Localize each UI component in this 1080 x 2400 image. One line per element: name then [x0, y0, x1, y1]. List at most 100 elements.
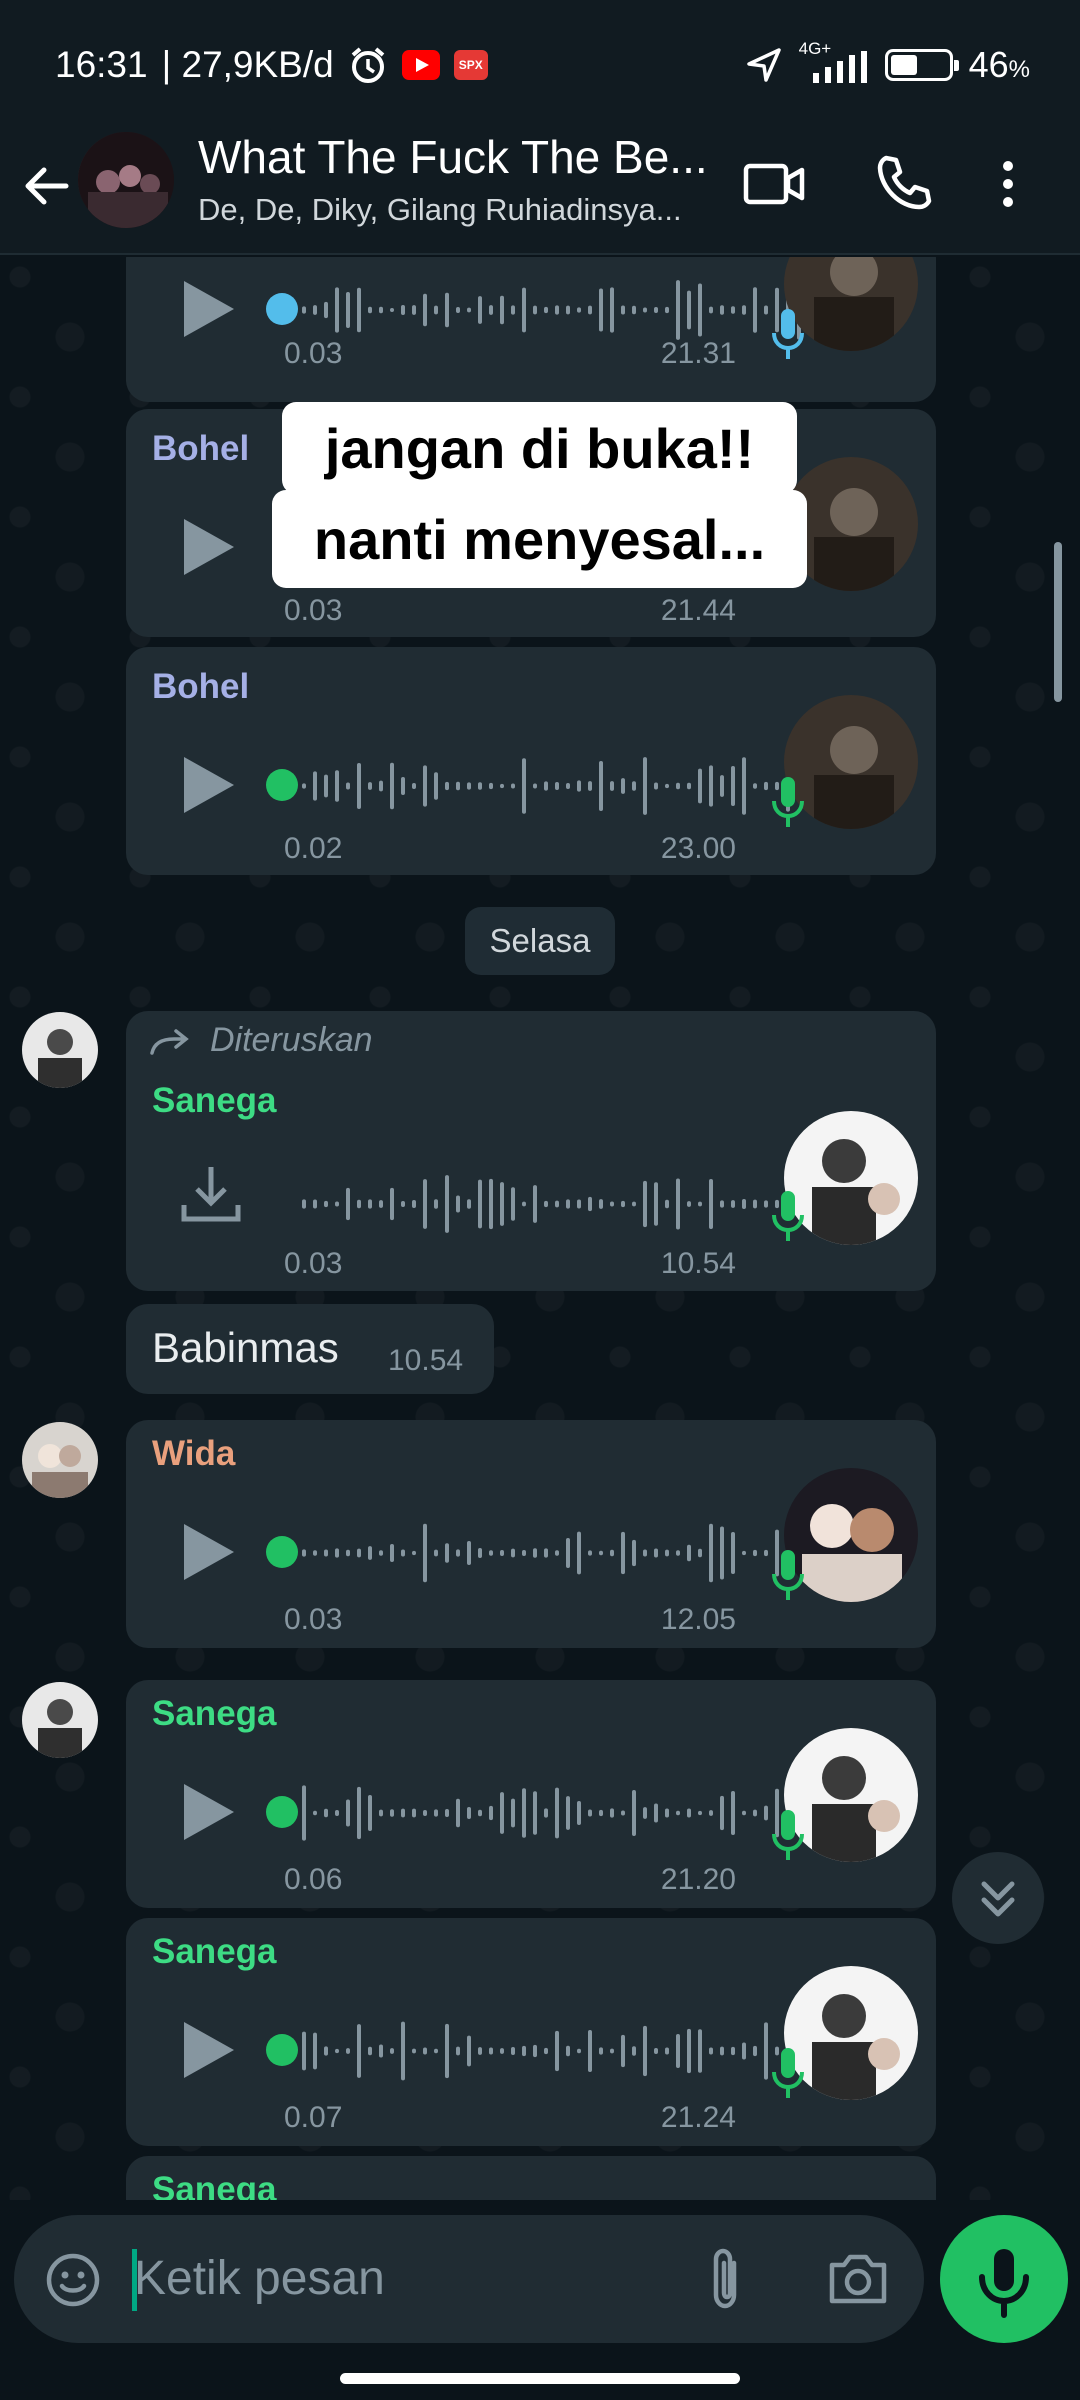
waveform-bar	[445, 2023, 449, 2079]
voice-elapsed: 0.03	[284, 594, 343, 627]
waveform-bar	[368, 2046, 372, 2056]
waveform-bar	[434, 1809, 438, 1817]
mic-icon	[772, 1550, 804, 1600]
waveform-bar	[511, 1798, 515, 1828]
waveform-bar	[731, 1531, 735, 1575]
waveform-bar	[412, 305, 416, 315]
waveform-bar	[489, 1805, 493, 1821]
sender-name[interactable]: Sanega	[152, 2170, 277, 2200]
sender-avatar[interactable]	[22, 1682, 98, 1758]
waveform-bar	[346, 2048, 350, 2054]
home-gesture-bar[interactable]	[340, 2373, 740, 2384]
play-icon[interactable]	[180, 755, 236, 815]
voice-message[interactable]: 0.03 21.31	[126, 257, 936, 402]
sender-name[interactable]: Sanega	[152, 1081, 277, 1121]
waveform-bar	[566, 1796, 570, 1830]
waveform-bar	[709, 1179, 713, 1229]
playback-dot[interactable]	[266, 293, 298, 325]
scrollbar[interactable]	[1054, 542, 1062, 702]
waveform-bar	[379, 2044, 383, 2058]
waveform-bar	[302, 306, 306, 314]
group-avatar[interactable]	[78, 132, 174, 228]
sender-name[interactable]: Bohel	[152, 667, 249, 707]
voice-elapsed: 0.07	[284, 2101, 343, 2134]
play-icon[interactable]	[180, 1522, 236, 1582]
record-voice-button[interactable]	[940, 2215, 1068, 2343]
waveform-bar	[577, 2048, 581, 2054]
waveform-bar	[610, 1201, 614, 1207]
back-arrow-icon[interactable]	[18, 158, 74, 214]
waveform-bar	[335, 770, 339, 802]
waveform-bar	[456, 1195, 460, 1213]
playback-dot[interactable]	[266, 1796, 298, 1828]
emoji-icon[interactable]	[44, 2251, 102, 2309]
voice-message[interactable]: Wida 0.03 12.05	[126, 1420, 936, 1648]
play-icon[interactable]	[180, 1782, 236, 1842]
sender-name[interactable]: Sanega	[152, 1694, 277, 1734]
waveform-bar	[610, 287, 614, 333]
waveform-bar	[588, 305, 592, 315]
sender-name[interactable]: Wida	[152, 1434, 235, 1474]
chat-title[interactable]: What The Fuck The Be...	[198, 130, 718, 184]
waveform-bar	[665, 783, 669, 789]
waveform-bar	[632, 1790, 636, 1836]
waveform-bar	[764, 1549, 768, 1557]
waveform-bar	[588, 781, 592, 791]
waveform-bar	[500, 295, 504, 325]
more-options-icon[interactable]	[988, 152, 1028, 216]
video-caption-overlay: jangan di buka!! nanti menyesal...	[272, 402, 807, 588]
waveform-bar	[687, 1808, 691, 1818]
voice-elapsed: 0.03	[284, 1247, 343, 1280]
voice-message[interactable]: Sanega 0.06 21.20	[126, 1680, 936, 1908]
waveform-bar	[324, 774, 328, 798]
waveform-bar	[335, 287, 339, 333]
play-icon[interactable]	[180, 2020, 236, 2080]
waveform-bar	[423, 293, 427, 327]
playback-dot[interactable]	[266, 1536, 298, 1568]
voice-call-icon[interactable]	[872, 152, 936, 216]
waveform-bar	[577, 1199, 581, 1209]
voice-message[interactable]: Sanega 0.07 21.24	[126, 1918, 936, 2146]
waveform-bar	[324, 1808, 328, 1818]
waveform-bar	[423, 1179, 427, 1229]
waveform-bar	[687, 1201, 691, 1207]
playback-dot[interactable]	[266, 2034, 298, 2066]
waveform-bar	[324, 301, 328, 319]
waveform-bar	[522, 1788, 526, 1838]
waveform-bar	[456, 781, 460, 791]
scroll-to-bottom-button[interactable]	[952, 1852, 1044, 1944]
waveform-bar	[687, 1544, 691, 1562]
play-icon[interactable]	[180, 517, 236, 577]
waveform-bar	[533, 1791, 537, 1835]
message-list[interactable]: 0.03 21.31 Bohel 0.03 21.44 Bohel 0.02 2…	[0, 257, 1080, 2200]
voice-message[interactable]: Bohel 0.02 23.00	[126, 647, 936, 875]
text-message[interactable]: Babinmas 10.54	[126, 1304, 494, 1394]
waveform-bar	[456, 1798, 460, 1828]
forwarded-label: Diteruskan	[210, 1021, 373, 1059]
waveform-bar	[456, 2046, 460, 2056]
message-text: Babinmas	[152, 1324, 339, 1371]
waveform-bar	[698, 1810, 702, 1816]
sender-name[interactable]: Sanega	[152, 1932, 277, 1972]
sender-avatar[interactable]	[22, 1012, 98, 1088]
sender-avatar[interactable]	[22, 1422, 98, 1498]
waveform-bar	[324, 1549, 328, 1557]
video-call-icon[interactable]	[742, 152, 806, 216]
waveform-bar	[643, 307, 647, 313]
download-icon[interactable]	[178, 1161, 244, 1227]
voice-message[interactable]: Sanega	[126, 2156, 936, 2200]
playback-dot[interactable]	[266, 769, 298, 801]
chat-participants[interactable]: De, De, Diky, Gilang Ruhiadinsya...	[198, 192, 708, 228]
waveform-bar	[478, 782, 482, 790]
sender-name[interactable]: Bohel	[152, 429, 249, 469]
waveform-bar	[368, 1795, 372, 1831]
attach-icon[interactable]	[704, 2245, 748, 2313]
forwarded-voice-message[interactable]: Diteruskan Sanega 0.03 10.54	[126, 1011, 936, 1291]
waveform-bar	[566, 1537, 570, 1569]
waveform-bar	[566, 2045, 570, 2057]
message-input[interactable]: Ketik pesan	[134, 2251, 385, 2306]
play-icon[interactable]	[180, 279, 236, 339]
waveform-bar	[753, 783, 757, 789]
camera-icon[interactable]	[826, 2249, 890, 2309]
waveform-bar	[599, 288, 603, 332]
